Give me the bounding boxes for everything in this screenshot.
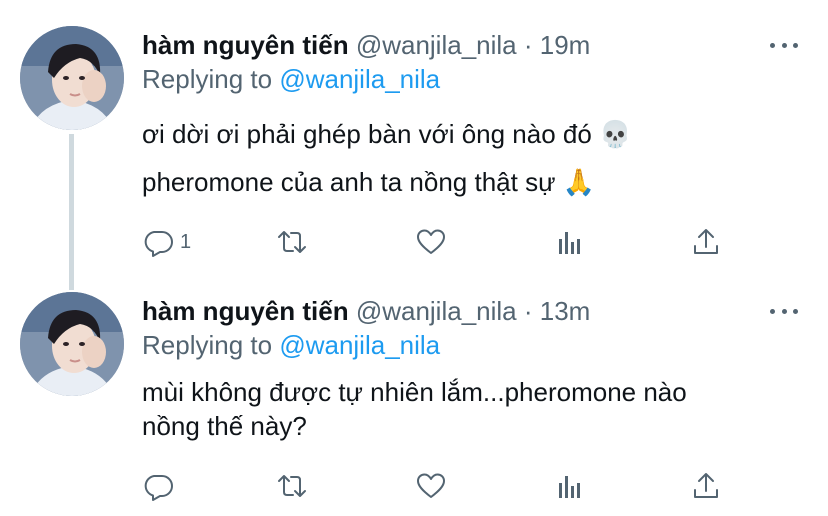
tweet-text-line: nồng thế này?	[142, 411, 307, 441]
avatar[interactable]	[20, 292, 124, 396]
share-icon	[694, 229, 718, 254]
tweet-actions	[142, 466, 732, 506]
reply-button[interactable]	[142, 466, 180, 506]
replying-to-handle[interactable]: @wanjila_nila	[279, 64, 440, 94]
share-icon	[694, 473, 718, 498]
retweet-icon	[278, 231, 306, 253]
replying-to: Replying to @wanjila_nila	[142, 330, 440, 360]
timestamp[interactable]: 13m	[540, 296, 591, 326]
tweet-text-line: pheromone của anh ta nồng thật sự 🙏	[142, 167, 596, 197]
more-options-icon[interactable]	[770, 41, 798, 49]
tweet-header: hàm nguyên tiến @wanjila_nila · 13m	[142, 296, 590, 326]
analytics-button[interactable]	[554, 466, 586, 506]
like-button[interactable]	[415, 222, 447, 262]
replying-prefix: Replying to	[142, 64, 273, 94]
like-button[interactable]	[415, 466, 447, 506]
separator: ·	[523, 296, 533, 326]
user-handle[interactable]: @wanjila_nila	[356, 30, 517, 60]
tweet-text-line: mùi không được tự nhiên lắm...pheromone …	[142, 377, 687, 407]
tweet-header: hàm nguyên tiến @wanjila_nila · 19m	[142, 30, 590, 60]
comment-icon	[144, 231, 173, 257]
like-icon	[417, 473, 445, 498]
reply-button[interactable]: 1	[142, 222, 191, 262]
replying-to: Replying to @wanjila_nila	[142, 64, 440, 94]
analytics-icon	[559, 232, 580, 254]
retweet-icon	[278, 475, 306, 497]
thread-line	[69, 134, 74, 290]
more-options-icon[interactable]	[770, 307, 798, 315]
separator: ·	[523, 30, 533, 60]
replying-prefix: Replying to	[142, 330, 273, 360]
user-handle[interactable]: @wanjila_nila	[356, 296, 517, 326]
retweet-button[interactable]	[276, 222, 308, 262]
tweet[interactable]: hàm nguyên tiến @wanjila_nila · 13m Repl…	[0, 282, 828, 516]
avatar[interactable]	[20, 26, 124, 130]
analytics-icon	[559, 476, 580, 498]
tweet-actions: 1	[142, 222, 732, 262]
timestamp[interactable]: 19m	[540, 30, 591, 60]
retweet-button[interactable]	[276, 466, 308, 506]
tweet-text-line: ơi dời ơi phải ghép bàn với ông nào đó 💀	[142, 119, 632, 149]
display-name[interactable]: hàm nguyên tiến	[142, 296, 349, 326]
comment-icon	[144, 475, 173, 501]
like-icon	[417, 229, 445, 254]
tweet[interactable]: hàm nguyên tiến @wanjila_nila · 19m Repl…	[0, 0, 828, 290]
display-name[interactable]: hàm nguyên tiến	[142, 30, 349, 60]
share-button[interactable]	[690, 222, 722, 262]
share-button[interactable]	[690, 466, 722, 506]
replying-to-handle[interactable]: @wanjila_nila	[279, 330, 440, 360]
reply-count: 1	[180, 230, 192, 253]
analytics-button[interactable]	[554, 222, 586, 262]
